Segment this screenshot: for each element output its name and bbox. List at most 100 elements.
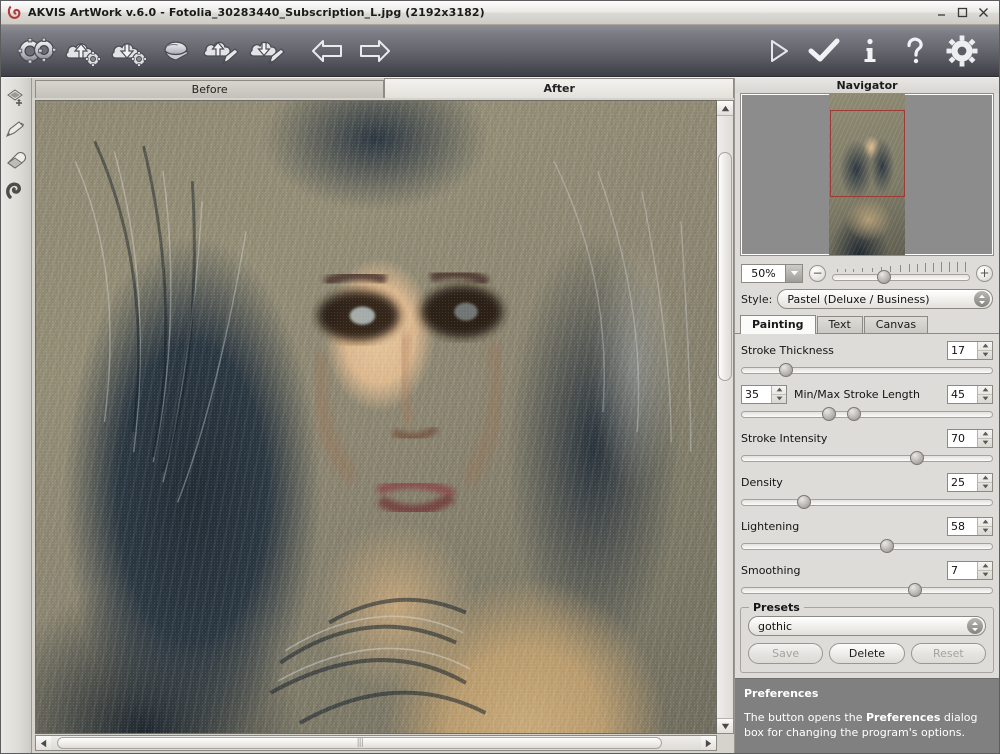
preset-save-button[interactable]: Save (748, 643, 823, 664)
eraser-icon[interactable] (153, 28, 199, 74)
tab-text[interactable]: Text (817, 316, 863, 333)
stroke-intensity-spinner[interactable] (947, 429, 993, 448)
preset-delete-button[interactable]: Delete (829, 643, 904, 664)
info-icon[interactable] (847, 28, 893, 74)
horizontal-scroll-thumb[interactable]: ||| (57, 737, 662, 749)
smoothing-knob[interactable] (908, 583, 922, 597)
preset-reset-button[interactable]: Reset (911, 643, 986, 664)
density-slider[interactable] (741, 495, 993, 509)
zoom-slider-knob[interactable] (877, 270, 891, 284)
lightening-input[interactable] (948, 518, 977, 535)
hand-icon[interactable] (3, 179, 28, 203)
tab-after[interactable]: After (384, 78, 734, 98)
style-dropdown-arrow-icon[interactable] (974, 291, 990, 307)
scroll-right-arrow-icon[interactable] (701, 736, 716, 750)
stroke-length-max-up-icon[interactable] (978, 386, 992, 395)
main-toolbar (1, 25, 999, 77)
gears-compare-icon[interactable] (15, 28, 61, 74)
lightening-slider[interactable] (741, 539, 993, 553)
min-max-stroke-length-track[interactable] (741, 411, 993, 418)
zoom-slider[interactable] (832, 262, 970, 284)
min-max-stroke-length-slider[interactable] (741, 407, 993, 421)
tab-canvas[interactable]: Canvas (864, 316, 928, 333)
stroke-length-max-input[interactable] (948, 386, 977, 403)
lightening-knob[interactable] (880, 539, 894, 553)
zoom-input[interactable] (742, 265, 785, 282)
gear-icon[interactable] (939, 28, 985, 74)
stroke-intensity-down-icon[interactable] (978, 438, 992, 447)
vertical-scroll-track[interactable] (717, 116, 733, 718)
tab-painting[interactable]: Painting (740, 315, 816, 334)
canvas-vertical-scrollbar[interactable] (717, 100, 734, 734)
stroke-intensity-knob[interactable] (910, 451, 924, 465)
density-input[interactable] (948, 474, 977, 491)
stroke-thickness-knob[interactable] (779, 363, 793, 377)
scroll-up-arrow-icon[interactable] (717, 101, 733, 116)
preset-combo[interactable]: gothic (748, 616, 986, 636)
save-settings-icon[interactable] (107, 28, 153, 74)
min-max-stroke-length-knob-max[interactable] (847, 407, 861, 421)
lightening-up-icon[interactable] (978, 518, 992, 527)
minimize-icon[interactable] (932, 4, 951, 21)
lightening-spinner[interactable] (947, 517, 993, 536)
close-icon[interactable] (974, 4, 993, 21)
redo-arrow-icon[interactable] (351, 28, 397, 74)
lightening-down-icon[interactable] (978, 526, 992, 535)
density-track[interactable] (741, 499, 993, 506)
navigator-viewport-rect[interactable] (830, 110, 904, 197)
load-settings-icon[interactable] (61, 28, 107, 74)
stroke-length-min-down-icon[interactable] (772, 394, 786, 403)
stroke-intensity-slider[interactable] (741, 451, 993, 465)
density-spinner[interactable] (947, 473, 993, 492)
stroke-length-max-down-icon[interactable] (978, 394, 992, 403)
canvas-horizontal-scrollbar[interactable]: ||| (35, 735, 717, 751)
preset-dropdown-arrow-icon[interactable] (967, 618, 983, 634)
stroke-thickness-input[interactable] (948, 342, 977, 359)
history-brush-icon[interactable] (3, 86, 28, 110)
stroke-thickness-down-icon[interactable] (978, 350, 992, 359)
maximize-icon[interactable] (953, 4, 972, 21)
undo-arrow-icon[interactable] (305, 28, 351, 74)
smoothing-input[interactable] (948, 562, 977, 579)
save-preset-icon[interactable] (245, 28, 291, 74)
density-up-icon[interactable] (978, 474, 992, 483)
zoom-combo[interactable] (741, 264, 803, 283)
style-combo[interactable]: Pastel (Deluxe / Business) (777, 289, 993, 309)
stroke-thickness-spinner[interactable] (947, 341, 993, 360)
vertical-scroll-thumb[interactable] (718, 152, 732, 381)
image-canvas[interactable] (35, 100, 717, 734)
checkmark-icon[interactable] (801, 28, 847, 74)
stroke-thickness-slider[interactable] (741, 363, 993, 377)
scroll-down-arrow-icon[interactable] (717, 718, 733, 733)
horizontal-scroll-track[interactable]: ||| (51, 736, 701, 750)
min-max-stroke-length-knob-min[interactable] (822, 407, 836, 421)
play-triangle-icon[interactable] (755, 28, 801, 74)
navigator-preview[interactable] (740, 93, 994, 256)
density-knob[interactable] (797, 495, 811, 509)
density-down-icon[interactable] (978, 482, 992, 491)
stroke-length-min-spinner[interactable] (741, 385, 787, 404)
zoom-dropdown-arrow-icon[interactable] (785, 265, 802, 282)
lightening-track[interactable] (741, 543, 993, 550)
zoom-slider-track[interactable] (832, 274, 970, 281)
tab-before[interactable]: Before (35, 80, 385, 98)
stroke-intensity-track[interactable] (741, 455, 993, 462)
smoothing-up-icon[interactable] (978, 562, 992, 571)
stroke-length-min-up-icon[interactable] (772, 386, 786, 395)
smoothing-track[interactable] (741, 587, 993, 594)
scroll-left-arrow-icon[interactable] (36, 736, 51, 750)
smoothing-down-icon[interactable] (978, 570, 992, 579)
zoom-in-button[interactable]: + (976, 265, 993, 282)
stroke-thickness-up-icon[interactable] (978, 342, 992, 351)
smudge-pencil-icon[interactable] (3, 117, 28, 141)
eraser-tool-icon[interactable] (3, 148, 28, 172)
stroke-intensity-input[interactable] (948, 430, 977, 447)
smoothing-slider[interactable] (741, 583, 993, 597)
load-preset-icon[interactable] (199, 28, 245, 74)
stroke-length-min-input[interactable] (742, 386, 771, 403)
smoothing-spinner[interactable] (947, 561, 993, 580)
zoom-out-button[interactable]: − (809, 265, 826, 282)
stroke-intensity-up-icon[interactable] (978, 430, 992, 439)
stroke-length-max-spinner[interactable] (947, 385, 993, 404)
question-mark-icon[interactable] (893, 28, 939, 74)
